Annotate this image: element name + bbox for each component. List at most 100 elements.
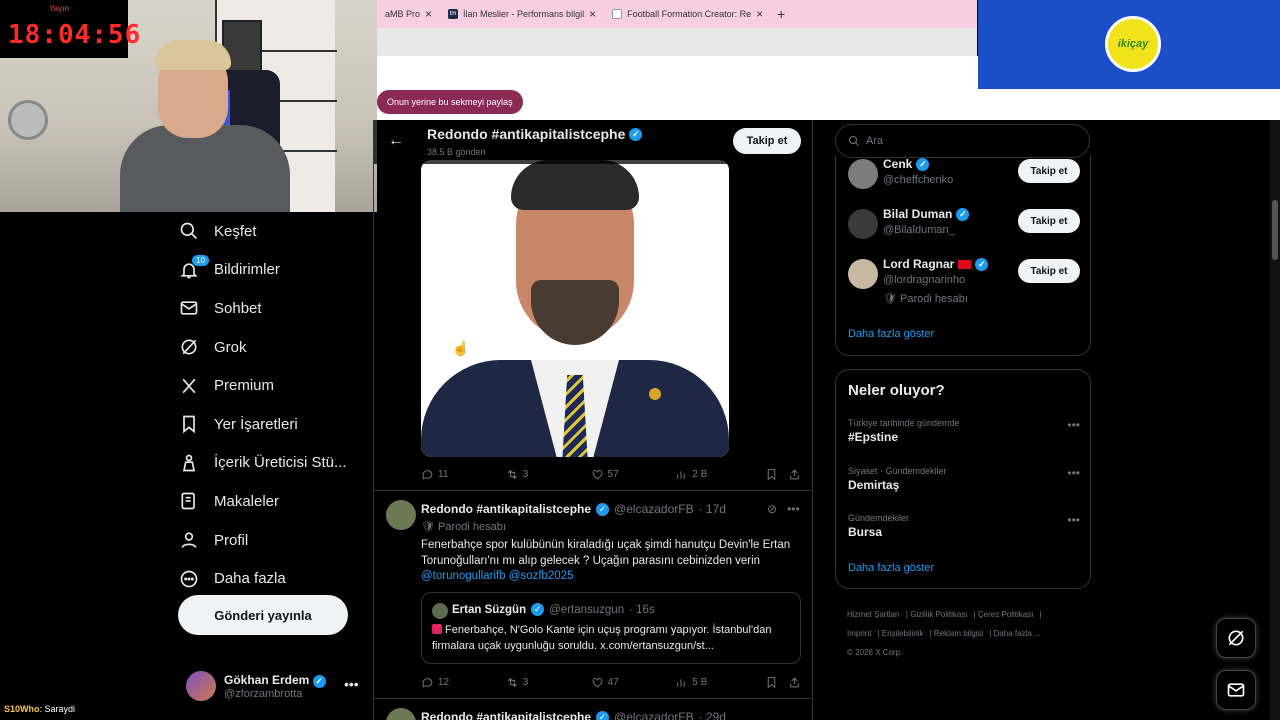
post-button[interactable]: Gönderi yayınla [178,595,348,635]
mail-icon [1227,683,1245,697]
avatar [848,259,878,289]
streamer-hair [155,40,231,70]
fan [8,100,48,140]
author-name[interactable]: Redondo #antikapitalistcephe [421,502,591,516]
search-input[interactable]: Ara [835,124,1090,158]
more-icon[interactable]: ••• [344,676,359,692]
footer-link[interactable]: Gizlilik Politikası [910,610,967,619]
repost-button[interactable]: 3 [506,676,591,689]
reply-button[interactable]: 11 [421,468,506,481]
nav-item-premium[interactable]: Premium [178,366,373,405]
more-icon[interactable]: ••• [1067,513,1080,527]
bookmark-button[interactable] [765,676,788,689]
tweet-header: Redondo #antikapitalistcephe ✓ @elcazado… [421,710,726,720]
author-name[interactable]: Redondo #antikapitalistcephe [421,710,591,720]
show-more-link[interactable]: Daha fazla göster [848,562,934,574]
views-button[interactable]: 5 B [675,676,765,689]
verified-badge-icon: ✓ [312,674,326,688]
browser-tab[interactable]: aMB Pro × [377,0,440,28]
suggested-account[interactable]: Bilal Duman ✓ @Bilalduman_ Takip et [848,207,1080,247]
more-icon[interactable]: ••• [1067,466,1080,480]
article-icon [178,490,200,512]
bookmark-button[interactable] [765,468,788,481]
show-more-link[interactable]: Daha fazla göster [848,328,934,340]
nav-item-more[interactable]: Daha fazla [178,559,373,598]
tweet-time[interactable]: · 29d [699,710,726,720]
like-button[interactable]: 47 [591,676,676,689]
close-icon[interactable]: × [589,7,596,21]
avatar[interactable] [386,500,416,530]
more-icon[interactable]: ••• [1067,418,1080,432]
footer-link[interactable]: Reklam bilgisi [934,629,983,638]
views-button[interactable]: 2 B [675,468,765,481]
messages-floating-button[interactable] [1216,670,1256,710]
trend-item[interactable]: Türkiye tarihinde gündemde #Epstine ••• [848,418,1080,444]
verified-badge-icon: ✓ [596,502,610,516]
browser-tab[interactable]: Football Formation Creator: Re × [604,0,771,28]
author-handle[interactable]: @elcazadorFB [614,710,694,720]
stream-clock: Yayın 18:04:56 [0,0,140,58]
author-handle[interactable]: @elcazadorFB [614,502,694,516]
nav-item-articles[interactable]: Makaleler [178,482,373,521]
browser-address-bar[interactable] [377,28,977,56]
follow-button[interactable]: Takip et [733,128,801,154]
post-count: 38.5 B gönderi [427,147,486,157]
verified-badge-icon: ✓ [596,710,610,720]
footer-link[interactable]: Daha fazla ... [994,629,1041,638]
suggested-account[interactable]: Lord Ragnar ✓ @lordragnarinho 🛡 Parodi he… [848,257,1080,309]
bookmark-icon [767,676,776,688]
follow-button[interactable]: Takip et [1018,209,1080,233]
footer-link[interactable]: Imprint [847,629,871,638]
tweet-mentions[interactable]: @torunogullarifb @sozfb2025 [421,570,574,582]
back-arrow-icon[interactable]: ← [388,132,404,150]
heart-icon [592,469,602,479]
nav-item-messages[interactable]: Sohbet [178,289,373,328]
nav-item-profile[interactable]: Profil [178,521,373,560]
share-icon [790,676,799,687]
follow-button[interactable]: Takip et [1018,259,1080,283]
quoted-tweet[interactable]: Ertan Süzgün ✓ @ertansuzgun · 16s Fenerb… [421,592,801,664]
trend-item[interactable]: Gündemdekiler Bursa ••• [848,513,1080,539]
footer-link[interactable]: Çerez Politikası [978,610,1034,619]
nav-item-explore[interactable]: Keşfet [178,212,373,251]
trend-item[interactable]: Siyaset · Gündemdekiler Demirtaş ••• [848,466,1080,492]
browser-tab[interactable]: tm İlan Meslier - Performans bilgil × [440,0,604,28]
sponsor-banner: ikiçay [978,0,1280,89]
tab-label: Football Formation Creator: Re [627,9,752,19]
grok-floating-button[interactable] [1216,618,1256,658]
profile-name: Redondo #antikapitalistcephe ✓ [427,126,643,142]
follow-button[interactable]: Takip et [1018,159,1080,183]
like-button[interactable]: 57 [591,468,676,481]
tweet-actions: 11 3 57 2 B [421,464,801,484]
repost-button[interactable]: 3 [506,468,591,481]
footer-link[interactable]: Hizmet Şartları [847,610,900,619]
nav-item-bookmarks[interactable]: Yer İşaretleri [178,405,373,444]
reply-button[interactable]: 12 [421,676,506,689]
grok-icon[interactable]: ⊘ [767,502,777,516]
site-favicon-icon [612,9,623,19]
suggested-account[interactable]: Cenk ✓ @cheffchenko Takip et [848,157,1080,197]
footer-link[interactable]: Erişilebilirlik [882,629,924,638]
tweet-time[interactable]: · 17d [699,502,726,516]
nav-label: Premium [214,377,275,395]
copyright: © 2026 X Corp. [847,648,903,657]
bookmark-icon [767,468,776,480]
scrollbar[interactable] [1270,120,1280,720]
share-tab-button[interactable]: Onun yerine bu sekmeyi paylaş [377,90,523,114]
scrollbar-thumb[interactable] [1272,200,1278,260]
share-button[interactable] [788,676,801,689]
account-switcher[interactable]: Gökhan Erdem ✓ @zforzambrotta ••• [186,668,376,704]
more-icon[interactable]: ••• [787,502,800,516]
nav-item-creator-studio[interactable]: İçerik Üreticisi Stü... [178,444,373,483]
quote-text: Fenerbahçe, N'Golo Kante için uçuş progr… [432,624,772,652]
close-icon[interactable]: × [756,7,763,21]
new-tab-icon[interactable]: + [771,6,791,22]
trend-context: Siyaset · Gündemdekiler [848,466,947,476]
divider [374,698,812,699]
nav-item-notifications[interactable]: 10 Bildirimler [178,251,373,290]
share-button[interactable] [788,468,801,481]
tweet-photo[interactable] [421,160,729,457]
close-icon[interactable]: × [425,7,432,21]
avatar[interactable] [386,708,416,720]
nav-item-grok[interactable]: Grok [178,328,373,367]
